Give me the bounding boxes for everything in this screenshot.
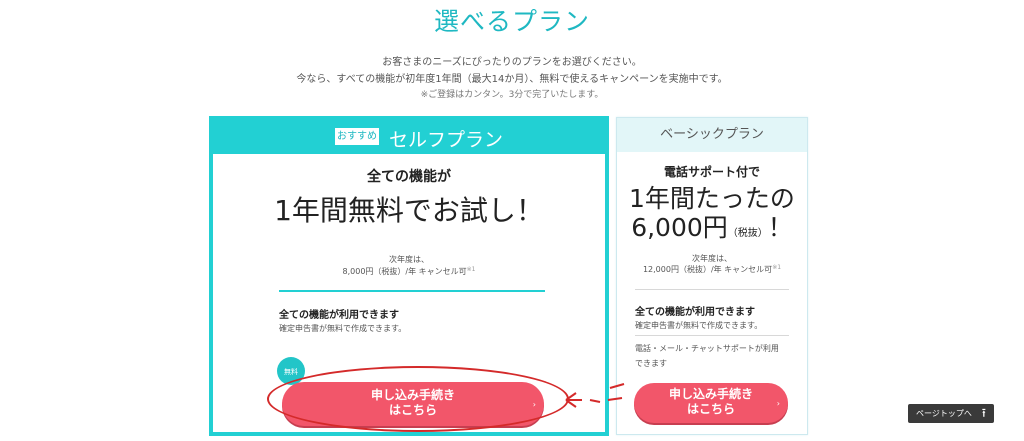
- basic-divider-2: [635, 335, 789, 336]
- basic-plan-lead: 電話サポート付で: [663, 165, 760, 179]
- chevron-right-icon: ›: [776, 399, 780, 408]
- self-next-year-price: 8,000円（税抜）/年 キャンセル可: [342, 267, 467, 276]
- basic-plan-headline: 1年間たったの 6,000円（税抜）！: [617, 184, 807, 248]
- basic-next-year-price: 12,000円（税抜）/年 キャンセル可: [642, 265, 773, 274]
- basic-plan-card: ベーシックプラン 電話サポート付で 1年間たったの 6,000円（税抜）！ 次年…: [616, 117, 808, 435]
- self-feature-desc: 確定申告書が無料で作成できます。: [279, 324, 407, 333]
- self-plan-header: おすすめ セルフプラン: [213, 120, 605, 154]
- basic-divider: [635, 289, 789, 290]
- self-next-year-price-row: 8,000円（税抜）/年 キャンセル可※1: [213, 266, 605, 277]
- basic-next-year-price-row: 12,000円（税抜）/年 キャンセル可※1: [617, 264, 807, 275]
- basic-headline-end: ！: [767, 213, 793, 242]
- basic-apply-label-1: 申し込み手続き: [668, 387, 753, 401]
- intro-line-1: お客さまのニーズにぴったりのプランをお選びください。: [382, 57, 642, 68]
- self-plan-name: セルフプラン: [389, 129, 504, 151]
- basic-headline-price: 6,000円: [631, 213, 728, 242]
- annotation-ellipse: [267, 366, 569, 432]
- self-feature-title: 全ての機能が利用できます: [279, 310, 399, 321]
- self-note-mark: ※1: [466, 266, 476, 273]
- basic-support-desc: 電話・メール・チャットサポートが利用できます: [635, 344, 779, 368]
- self-plan-headline: 1年間無料でお試し！: [274, 194, 544, 227]
- basic-next-year-label: 次年度は、: [692, 254, 732, 263]
- page-top-label: ページトップへ: [916, 409, 972, 418]
- self-divider: [279, 290, 545, 292]
- basic-feature-title: 全ての機能が利用できます: [635, 307, 755, 318]
- self-next-year-label: 次年度は、: [389, 255, 429, 264]
- basic-plan-name: ベーシックプラン: [617, 118, 807, 152]
- recommended-badge: おすすめ: [335, 128, 379, 145]
- basic-apply-button[interactable]: 申し込み手続き はこちら ›: [634, 383, 788, 423]
- intro-line-2: 今なら、すべての機能が初年度1年間（最大14か月）、無料で使えるキャンペーンを実…: [296, 74, 728, 85]
- annotation-arrow: [565, 383, 625, 408]
- page-title: 選べるプラン: [433, 7, 590, 36]
- basic-feature-desc: 確定申告書が無料で作成できます。: [635, 321, 763, 330]
- basic-note-mark: ※1: [772, 264, 782, 271]
- intro-note: ※ご登録はカンタン。3分で完了いたします。: [420, 90, 604, 100]
- arrow-up-icon: ⭱: [981, 406, 986, 420]
- basic-headline-line1: 1年間たったの: [629, 184, 795, 213]
- page-top-button[interactable]: ページトップへ ⭱: [908, 404, 994, 423]
- basic-apply-label-2: はこちら: [686, 402, 735, 416]
- self-plan-lead: 全ての機能が: [367, 169, 451, 185]
- basic-headline-tax: （税抜）: [727, 228, 768, 239]
